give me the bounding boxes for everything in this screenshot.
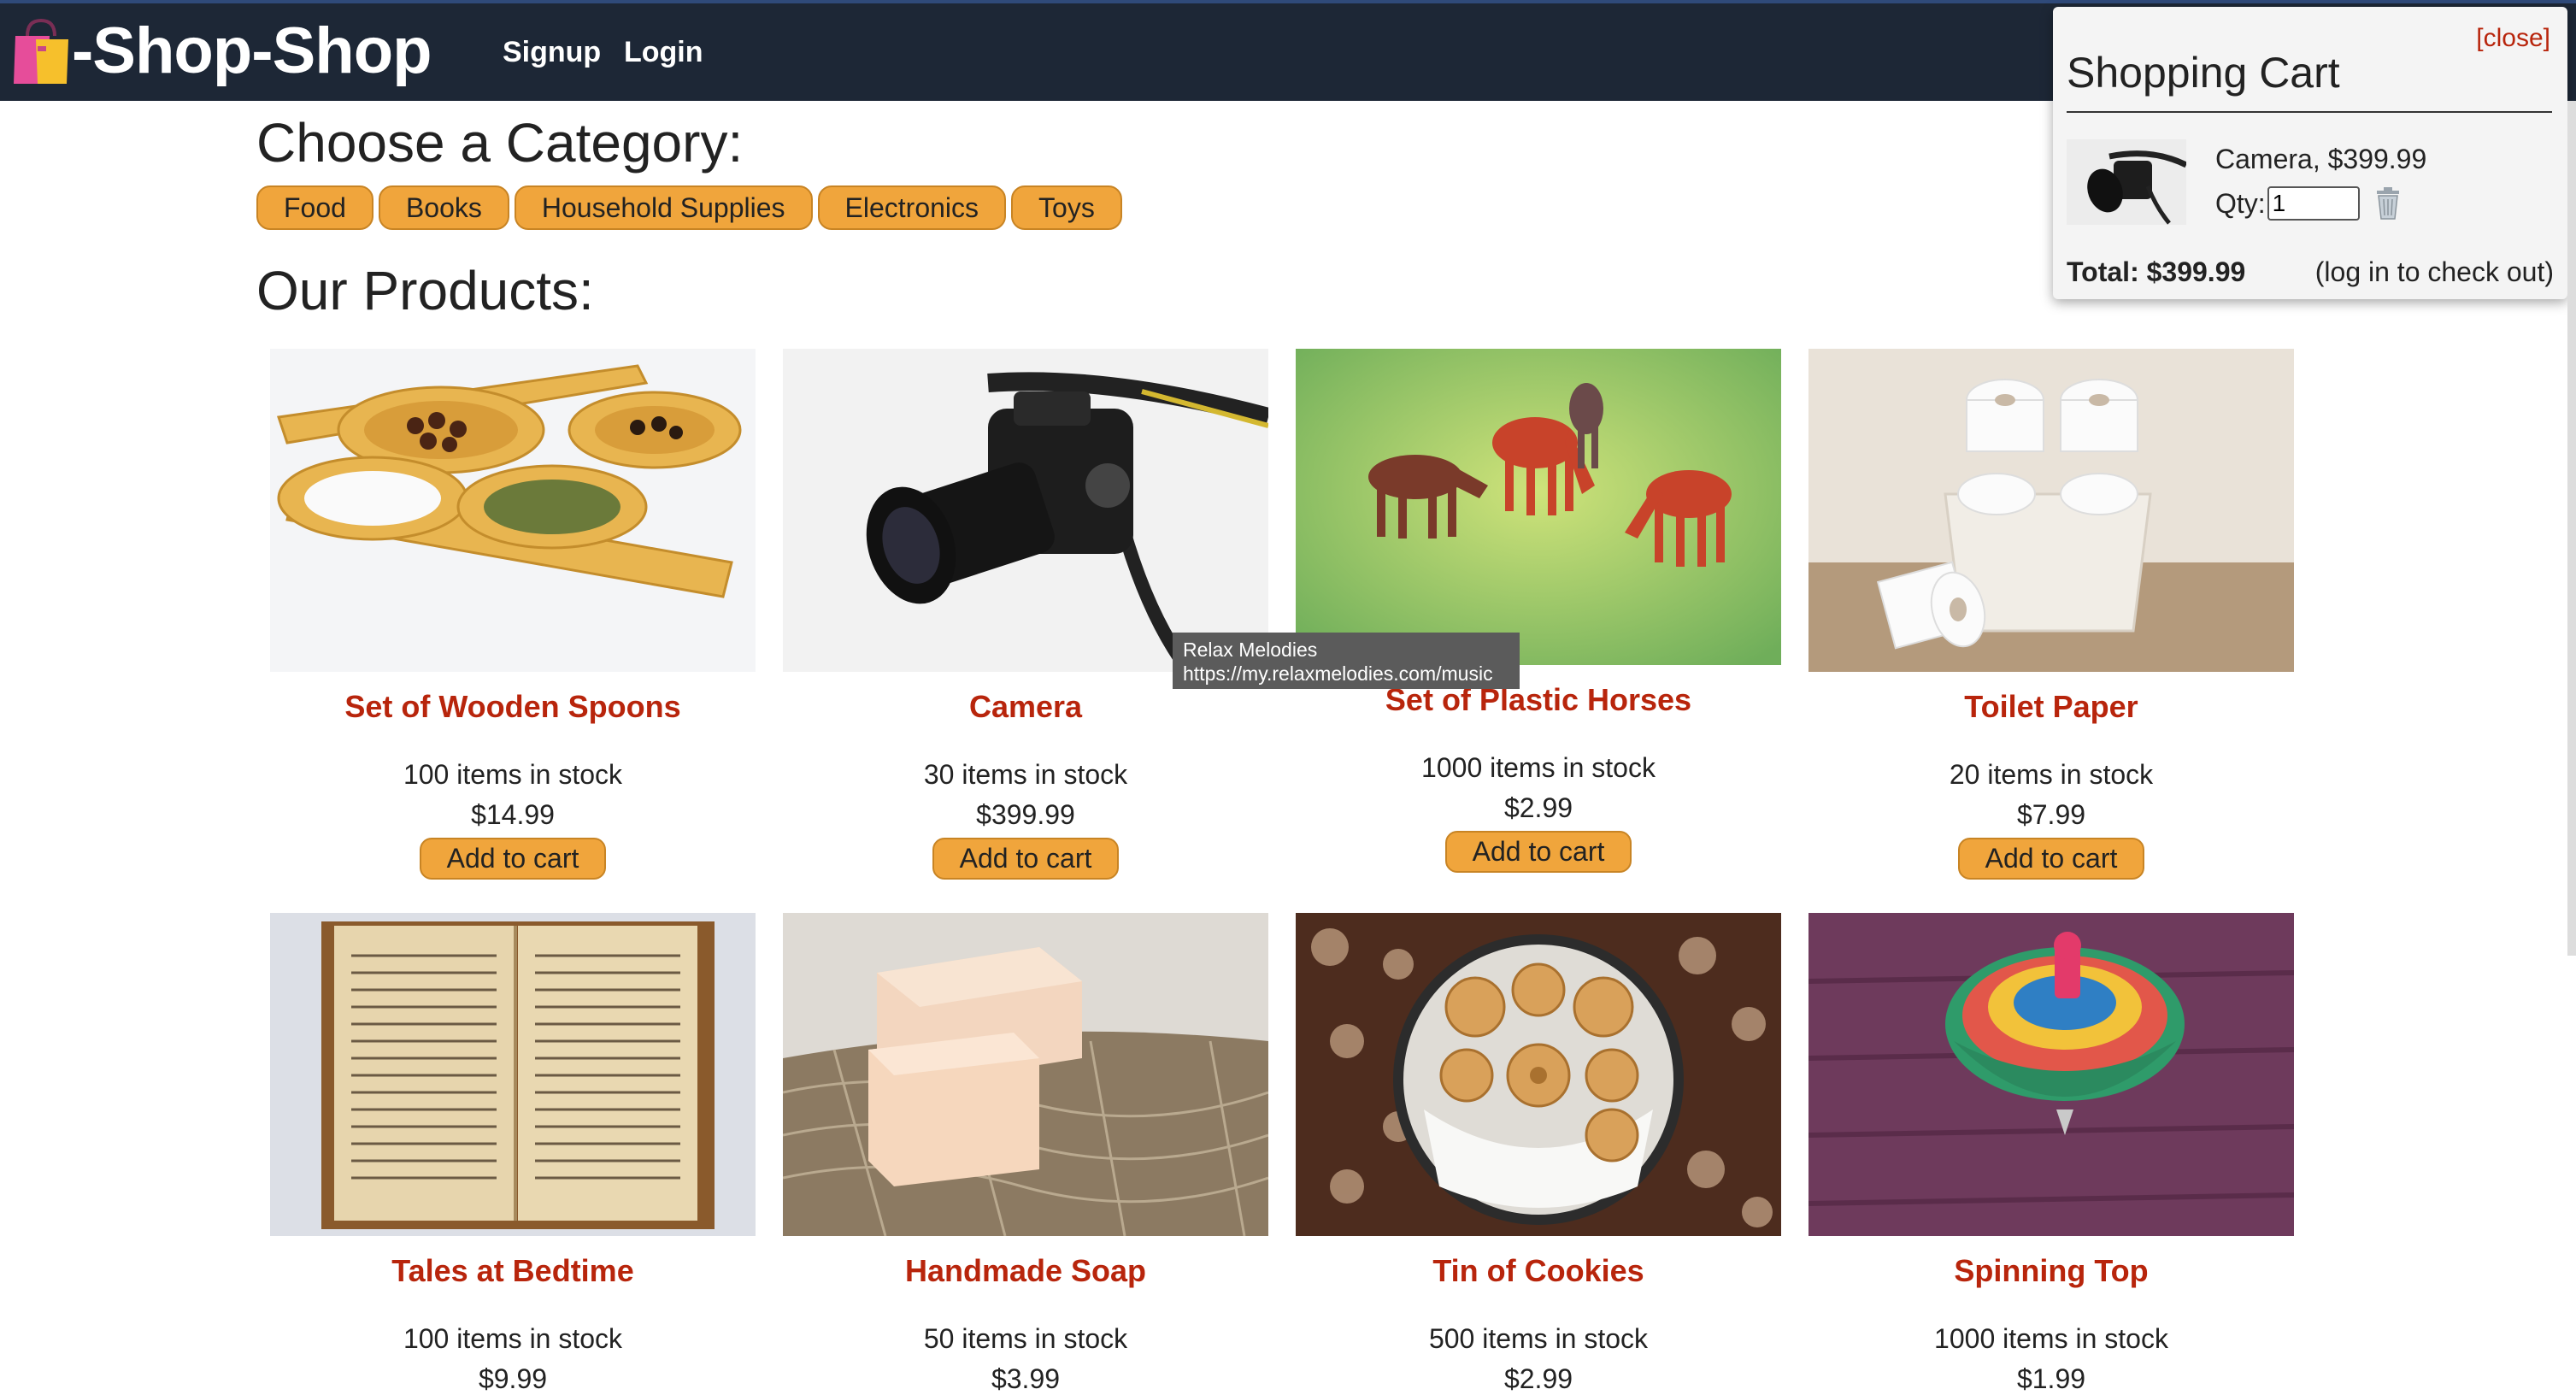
product-card: Handmade Soap 50 items in stock $3.99 [783,913,1268,1395]
logo-text: -Shop-Shop [72,15,432,87]
link-tooltip: Relax Melodies https://my.relaxmelodies.… [1173,633,1520,689]
category-household-button[interactable]: Household Supplies [514,185,813,230]
category-toys-button[interactable]: Toys [1011,185,1122,230]
cart-divider [2067,111,2552,113]
product-price: $2.99 [1503,792,1573,823]
book-image[interactable] [270,913,756,1236]
qty-label: Qty: [2215,187,2266,219]
nav-signup-link[interactable]: Signup [503,36,601,69]
nav-login-link[interactable]: Login [624,36,703,69]
cart-item-name-price: Camera, $399.99 [2215,144,2427,174]
page-scrollbar[interactable] [2567,101,2576,956]
cart-item-thumbnail [2067,139,2188,225]
product-card: Tales at Bedtime 100 items in stock $9.9… [270,913,756,1395]
product-stock: 20 items in stock [1949,759,2154,790]
product-card: Tin of Cookies 500 items in stock $2.99 [1296,913,1781,1395]
product-name[interactable]: Handmade Soap [783,1253,1268,1289]
category-electronics-button[interactable]: Electronics [817,185,1007,230]
tooltip-title: Relax Melodies [1183,639,1318,661]
product-price: $9.99 [478,1363,548,1394]
product-price: $14.99 [471,799,555,830]
category-list: Food Books Household Supplies Electronic… [256,185,1122,230]
spoons-image[interactable] [270,349,756,672]
product-price: $7.99 [2016,799,2086,830]
product-card: Spinning Top 1000 items in stock $1.99 [1808,913,2294,1395]
trash-icon[interactable] [2375,187,2401,220]
cart-title: Shopping Cart [2067,49,2340,97]
product-card: Camera 30 items in stock $399.99 Add to … [783,349,1268,880]
product-stock: 1000 items in stock [1421,752,1656,783]
product-price: $399.99 [976,799,1075,830]
product-name[interactable]: Toilet Paper [1808,689,2294,725]
product-stock: 1000 items in stock [1934,1323,2168,1354]
add-to-cart-button[interactable]: Add to cart [1957,838,2145,880]
cart-total: Total: $399.99 [2067,256,2246,287]
toilet-paper-image[interactable] [1808,349,2294,672]
product-price: $2.99 [1503,1363,1573,1394]
product-name[interactable]: Tin of Cookies [1296,1253,1781,1289]
logo[interactable]: -Shop-Shop [10,17,432,85]
product-stock: 30 items in stock [923,759,1128,790]
product-name[interactable]: Set of Wooden Spoons [270,689,756,725]
product-price: $3.99 [991,1363,1061,1394]
cart-close-link[interactable]: [close] [2476,24,2550,53]
cart-qty-row: Qty: [2215,186,2401,221]
cookies-image[interactable] [1296,913,1781,1236]
product-name[interactable]: Spinning Top [1808,1253,2294,1289]
camera-image[interactable] [783,349,1268,672]
product-stock: 100 items in stock [403,1323,623,1354]
category-books-button[interactable]: Books [378,185,509,230]
category-food-button[interactable]: Food [256,185,373,230]
product-name[interactable]: Tales at Bedtime [270,1253,756,1289]
qty-input[interactable] [2267,186,2360,221]
category-heading: Choose a Category: [256,112,744,174]
product-card: Set of Wooden Spoons 100 items in stock … [270,349,756,880]
product-card: Toilet Paper 20 items in stock $7.99 Add… [1808,349,2294,880]
product-card: Set of Plastic Horses 1000 items in stoc… [1296,349,1781,873]
product-price: $1.99 [2016,1363,2086,1394]
add-to-cart-button[interactable]: Add to cart [932,838,1120,880]
soap-image[interactable] [783,913,1268,1236]
horses-image[interactable] [1296,349,1781,665]
tooltip-url: https://my.relaxmelodies.com/music [1183,662,1493,685]
checkout-message: (log in to check out) [2314,256,2554,287]
product-name[interactable]: Camera [783,689,1268,725]
products-heading: Our Products: [256,260,594,321]
product-stock: 500 items in stock [1428,1323,1649,1354]
product-stock: 100 items in stock [403,759,623,790]
add-to-cart-button[interactable]: Add to cart [419,838,607,880]
spinning-top-image[interactable] [1808,913,2294,1236]
shopping-cart-panel: [close] Shopping Cart Camera, $399.99 Qt… [2053,7,2567,299]
shopping-bag-icon [14,18,68,84]
add-to-cart-button[interactable]: Add to cart [1444,831,1632,873]
product-stock: 50 items in stock [923,1323,1128,1354]
